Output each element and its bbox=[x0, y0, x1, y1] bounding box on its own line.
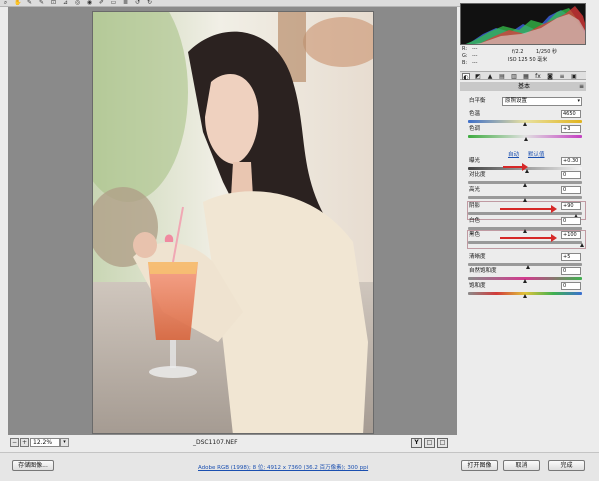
default-link[interactable]: 默认值 bbox=[528, 150, 545, 158]
crop-icon[interactable]: ⊡ bbox=[50, 0, 57, 6]
slider-8-thumb[interactable] bbox=[525, 265, 530, 269]
slider-7-thumb[interactable] bbox=[579, 243, 584, 247]
exposure-arrow-icon bbox=[503, 163, 528, 171]
hsl-icon[interactable]: ▤ bbox=[498, 73, 506, 80]
slider-10-label: 饱和度 bbox=[469, 283, 486, 289]
adjustment-brush-icon[interactable]: ✐ bbox=[98, 0, 105, 6]
white-balance-label: 白平衡 bbox=[469, 98, 486, 104]
auto-link[interactable]: 自动 bbox=[508, 150, 519, 158]
slider-4-label: 高光 bbox=[469, 187, 481, 193]
slider-5-value-field[interactable]: +90 bbox=[561, 202, 581, 210]
slider-4-thumb[interactable] bbox=[522, 198, 527, 202]
slider-9-label: 自然饱和度 bbox=[469, 268, 497, 274]
snapshots-icon[interactable]: ▣ bbox=[570, 73, 578, 80]
presets-icon[interactable]: ≡ bbox=[558, 73, 566, 80]
view-swap-button[interactable]: □ bbox=[437, 438, 448, 448]
rotate-right-icon[interactable]: ↻ bbox=[146, 0, 153, 6]
slider-2-value-field[interactable]: +0.30 bbox=[561, 157, 581, 165]
hand-icon[interactable]: ✋ bbox=[14, 0, 21, 6]
rotate-left-icon[interactable]: ↺ bbox=[134, 0, 141, 6]
portrait-photo bbox=[93, 12, 373, 433]
lens-icon[interactable]: ▦ bbox=[522, 73, 530, 80]
cancel-button[interactable]: 取消 bbox=[503, 460, 540, 471]
slider-7-label: 黑色 bbox=[469, 232, 481, 238]
white-balance-icon[interactable]: ✎ bbox=[26, 0, 33, 6]
slider-10-thumb[interactable] bbox=[522, 294, 527, 298]
toolbar: ⌕ ✋ ✎ ✎ ⊡ ⊿ ◎ ◉ ✐ ▭ ≣ ↺ ↻ bbox=[0, 0, 460, 7]
readout-g-value: --- bbox=[472, 53, 478, 59]
view-toggle-y-button[interactable]: Y bbox=[411, 438, 422, 448]
slider-1-label: 色调 bbox=[469, 126, 481, 132]
readout-r-value: --- bbox=[472, 46, 478, 52]
readout-b-label: B: bbox=[462, 60, 468, 66]
effects-icon[interactable]: fx bbox=[534, 73, 542, 80]
white-balance-value: 原照设置 bbox=[505, 98, 528, 104]
panel-tabs: ◐ ◩ ▲ ▤ ▥ ▦ fx ◙ ≡ ▣ bbox=[460, 71, 586, 81]
slider-1-thumb[interactable] bbox=[523, 137, 528, 141]
slider-6-value-field[interactable]: 0 bbox=[561, 217, 581, 225]
color-sampler-icon[interactable]: ✎ bbox=[38, 0, 45, 6]
aperture-value: f/2.2 bbox=[512, 49, 524, 55]
blacks-arrow-icon bbox=[500, 234, 557, 242]
slider-2-label: 曝光 bbox=[469, 158, 481, 164]
camera-readout: R: --- G: --- B: --- f/2.2 1/250 秒 ISO 1… bbox=[462, 46, 586, 68]
open-image-button[interactable]: 打开图像 bbox=[461, 460, 498, 471]
preferences-icon[interactable]: ≣ bbox=[122, 0, 129, 6]
zoom-out-icon[interactable]: − bbox=[10, 438, 19, 447]
panel-menu-icon[interactable]: ≡ bbox=[579, 82, 584, 91]
slider-5-label: 阴影 bbox=[469, 203, 481, 209]
slider-7-value-field[interactable]: +100 bbox=[561, 231, 581, 239]
shadows-arrow-icon bbox=[500, 205, 557, 213]
straighten-icon[interactable]: ⊿ bbox=[62, 0, 69, 6]
shutter-value: 1/250 秒 bbox=[536, 49, 557, 55]
graduated-filter-icon[interactable]: ▭ bbox=[110, 0, 117, 6]
slider-3-value-field[interactable]: 0 bbox=[561, 171, 581, 179]
red-eye-icon[interactable]: ◉ bbox=[86, 0, 93, 6]
slider-4-value-field[interactable]: 0 bbox=[561, 186, 581, 194]
panel-title: 基本 bbox=[518, 83, 531, 90]
slider-3-label: 对比度 bbox=[469, 172, 486, 178]
file-name: _DSC1107.NEF bbox=[193, 439, 238, 446]
workflow-options-link[interactable]: Adobe RGB (1998); 8 位; 4912 x 7360 (36.2… bbox=[198, 463, 368, 471]
histogram bbox=[460, 3, 586, 45]
split-toning-icon[interactable]: ▥ bbox=[510, 73, 518, 80]
slider-0-thumb[interactable] bbox=[522, 122, 527, 126]
tone-curve-icon[interactable]: ◩ bbox=[474, 73, 482, 80]
zoom-dropdown-arrow-icon[interactable]: ▾ bbox=[60, 438, 69, 447]
slider-8-label: 清晰度 bbox=[469, 254, 486, 260]
slider-10-value-field[interactable]: 0 bbox=[561, 282, 581, 290]
slider-0-value-field[interactable]: 4650 bbox=[561, 110, 581, 118]
slider-1-value-field[interactable]: +3 bbox=[561, 125, 581, 133]
slider-8-value-field[interactable]: +5 bbox=[561, 253, 581, 261]
readout-r-label: R: bbox=[462, 46, 468, 52]
zoom-icon[interactable]: ⌕ bbox=[2, 0, 9, 6]
zoom-level-field[interactable]: 12.2% bbox=[30, 438, 60, 447]
zoom-in-icon[interactable]: + bbox=[20, 438, 29, 447]
panel-header: 基本 ≡ bbox=[460, 82, 586, 91]
camera-calibration-icon[interactable]: ◙ bbox=[546, 73, 554, 80]
detail-icon[interactable]: ▲ bbox=[486, 73, 494, 80]
readout-b-value: --- bbox=[472, 60, 478, 66]
readout-g-label: G: bbox=[462, 53, 468, 59]
iso-focal-value: ISO 125 50 毫米 bbox=[508, 57, 548, 63]
spot-removal-icon[interactable]: ◎ bbox=[74, 0, 81, 6]
slider-3-thumb[interactable] bbox=[522, 183, 527, 187]
basic-icon[interactable]: ◐ bbox=[462, 73, 470, 81]
chevron-down-icon: ▾ bbox=[577, 98, 580, 104]
slider-9-value-field[interactable]: 0 bbox=[561, 267, 581, 275]
canvas-status-bar: − + 12.2% ▾ _DSC1107.NEF Y □ □ bbox=[8, 437, 457, 449]
slider-6-label: 白色 bbox=[469, 218, 481, 224]
slider-0-label: 色温 bbox=[469, 111, 481, 117]
view-before-after-button[interactable]: □ bbox=[424, 438, 435, 448]
preview-image[interactable] bbox=[92, 11, 374, 434]
done-button[interactable]: 完成 bbox=[548, 460, 585, 471]
save-image-button[interactable]: 存储图像... bbox=[12, 460, 54, 471]
slider-7-track[interactable] bbox=[468, 241, 582, 244]
white-balance-select[interactable]: 原照设置 ▾ bbox=[502, 97, 582, 106]
slider-5-track[interactable] bbox=[468, 212, 582, 215]
slider-9-thumb[interactable] bbox=[522, 279, 527, 283]
slider-6-thumb[interactable] bbox=[522, 229, 527, 233]
